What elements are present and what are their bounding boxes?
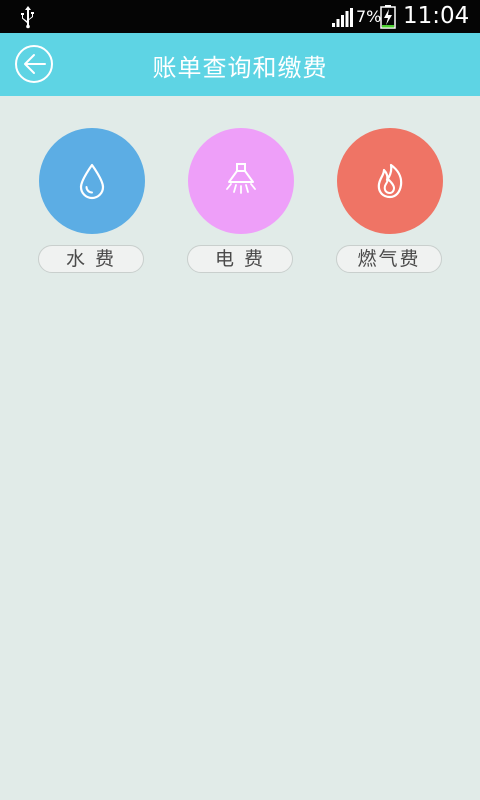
clock: 11:04 [403, 3, 470, 29]
water-bill-tile[interactable]: 水 费 [38, 128, 146, 274]
usb-icon [21, 6, 34, 29]
electric-bill-tile[interactable]: 电 费 [187, 128, 295, 274]
header-bar: 账单查询和缴费 [0, 33, 480, 96]
battery-percent: 7% [356, 7, 382, 26]
water-bill-label[interactable]: 水 费 [38, 245, 144, 273]
battery-charging-icon [380, 5, 396, 29]
electric-bill-button[interactable] [188, 128, 294, 234]
page-title: 账单查询和缴费 [152, 54, 328, 82]
lamp-icon [226, 163, 256, 194]
gas-bill-tile[interactable]: 燃气费 [336, 128, 444, 274]
gas-bill-button[interactable] [337, 128, 443, 234]
status-bar: 7% 11:04 [0, 0, 480, 33]
water-bill-button[interactable] [39, 128, 145, 234]
gas-bill-label[interactable]: 燃气费 [336, 245, 442, 273]
flame-icon [377, 163, 403, 199]
signal-icon [332, 8, 353, 27]
water-drop-icon [79, 163, 105, 200]
electric-bill-label[interactable]: 电 费 [187, 245, 293, 273]
